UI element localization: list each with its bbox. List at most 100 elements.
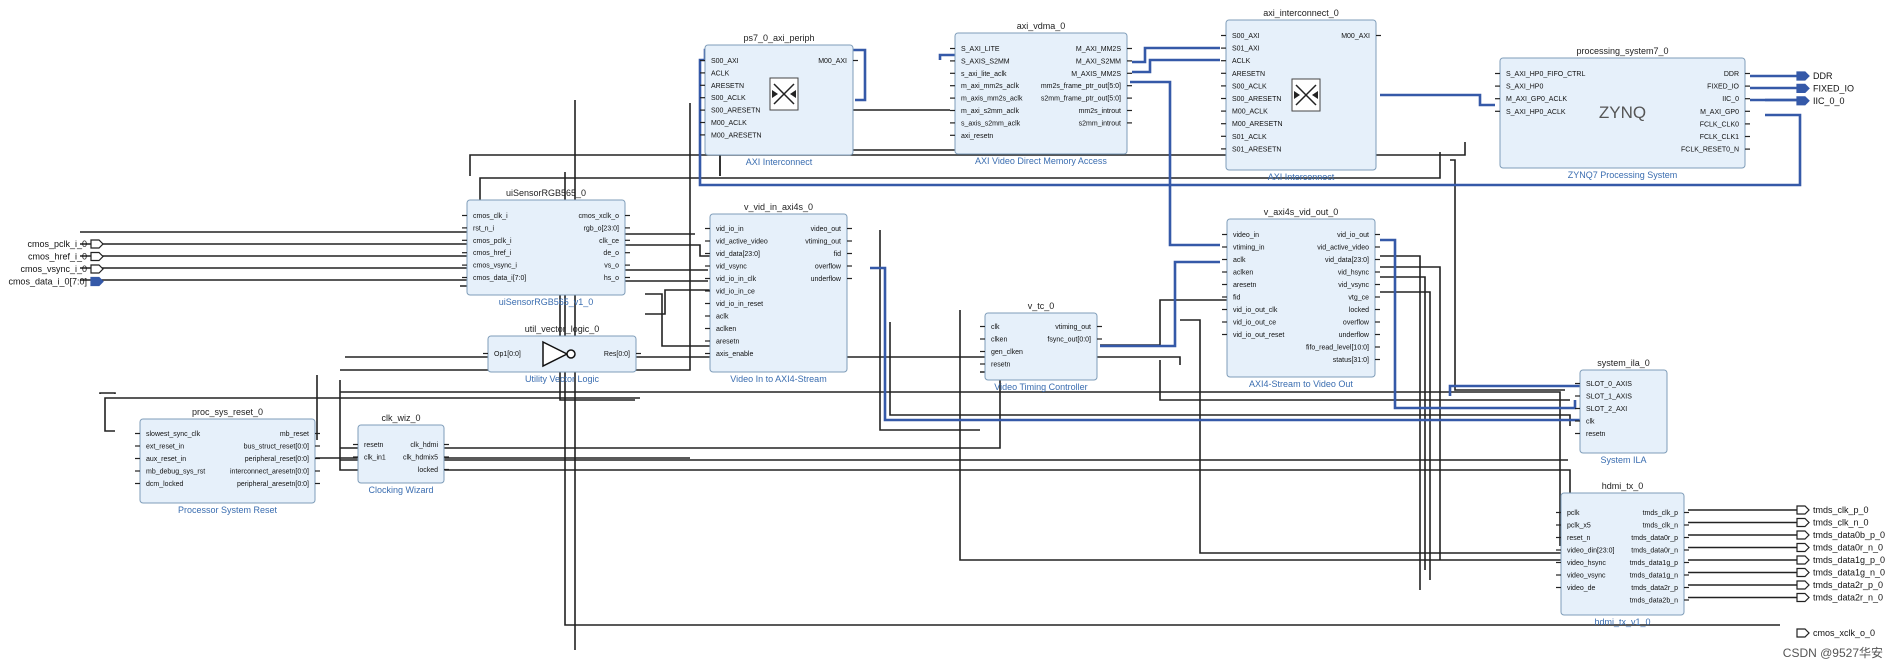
external-port[interactable]: tmds_data1g_p_0 <box>1796 555 1885 565</box>
pin-right-vtiming_out: vtiming_out <box>805 239 841 246</box>
external-port[interactable]: tmds_data2r_n_0 <box>1796 593 1883 603</box>
pin-left-pclk: pclk <box>1567 510 1580 517</box>
external-port[interactable]: tmds_data1g_n_0 <box>1796 568 1885 578</box>
pin-right-tmds_data1g_n: tmds_data1g_n <box>1630 573 1678 580</box>
pin-right-tmds_data2b_n: tmds_data2b_n <box>1630 598 1678 605</box>
pin-right-clk_hdmix5: clk_hdmix5 <box>403 455 438 462</box>
pin-left-vid_io_out_clk: vid_io_out_clk <box>1233 307 1278 314</box>
block-subtitle: Video Timing Controller <box>994 382 1087 392</box>
block-processing_system7_0[interactable]: processing_system7_0 ZYNQ7 Processing Sys… <box>1495 46 1750 180</box>
block-proc_sys_reset_0[interactable]: proc_sys_reset_0 Processor System Reset sl… <box>135 407 320 515</box>
port-arrow-icon <box>1796 542 1810 553</box>
pin-right-tmds_clk_p: tmds_clk_p <box>1643 510 1679 517</box>
pin-left-video_din_23_0_: video_din[23:0] <box>1567 548 1615 555</box>
pin-left-video_vsync: video_vsync <box>1567 573 1606 580</box>
pin-right-s2mm_introut: s2mm_introut <box>1079 120 1121 127</box>
block-util_vector_logic_0[interactable]: util_vector_logic_0 Utility Vector Logic O… <box>483 324 641 384</box>
port-arrow-icon <box>1796 83 1810 93</box>
block-title: uiSensorRGB565_0 <box>506 188 586 198</box>
external-port[interactable]: FIXED_IO <box>1796 83 1854 93</box>
pin-left-SLOT_1_AXIS: SLOT_1_AXIS <box>1586 394 1632 401</box>
block-uiSensorRGB565_0[interactable]: uiSensorRGB565_0 uiSensorRGB565_v1_0 cmos_… <box>462 188 630 307</box>
pin-right-FCLK_CLK1: FCLK_CLK1 <box>1700 134 1739 141</box>
port-arrow-icon <box>90 276 104 287</box>
external-port[interactable]: tmds_data0b_p_0 <box>1796 530 1885 540</box>
pin-right-FCLK_RESET0_N: FCLK_RESET0_N <box>1681 147 1739 154</box>
port-arrow-icon <box>1796 628 1810 638</box>
port-arrow-icon <box>1796 96 1810 106</box>
external-port[interactable]: tmds_clk_n_0 <box>1796 518 1869 528</box>
pin-right-mm2s_introut: mm2s_introut <box>1079 108 1121 115</box>
external-port[interactable]: tmds_data0r_n_0 <box>1796 542 1883 553</box>
block-v_tc_0[interactable]: v_tc_0 Video Timing Controller clk clken gen… <box>980 301 1102 392</box>
pin-left-Op1_0_0_: Op1[0:0] <box>494 351 521 358</box>
pin-left-vid_io_in_clk: vid_io_in_clk <box>716 276 757 283</box>
pin-left-ACLK: ACLK <box>1232 58 1251 65</box>
pin-left-vid_io_in_ce: vid_io_in_ce <box>716 289 755 296</box>
block-title: v_vid_in_axi4s_0 <box>744 202 813 212</box>
block-subtitle: AXI4-Stream to Video Out <box>1249 379 1353 389</box>
pin-left-s_axis_s2mm_aclk: s_axis_s2mm_aclk <box>961 120 1021 127</box>
port-arrow-icon <box>90 239 104 249</box>
external-port-label: cmos_data_i_0[7:0] <box>8 277 87 287</box>
block-axi_vdma_0[interactable]: axi_vdma_0 AXI Video Direct Memory Access… <box>950 21 1132 166</box>
pin-left-ARESETN: ARESETN <box>711 83 744 90</box>
pin-left-aclk: aclk <box>716 314 729 321</box>
pin-right-mm2s_frame_ptr_out_5_0_: mm2s_frame_ptr_out[5:0] <box>1041 83 1121 90</box>
pin-left-m_axi_mm2s_aclk: m_axi_mm2s_aclk <box>961 83 1019 90</box>
pin-right-vid_io_out: vid_io_out <box>1337 232 1369 239</box>
block-title: clk_wiz_0 <box>381 413 420 423</box>
external-port[interactable]: tmds_clk_p_0 <box>1796 505 1869 515</box>
block-title: hdmi_tx_0 <box>1602 481 1644 491</box>
pin-left-SLOT_2_AXI: SLOT_2_AXI <box>1586 406 1627 413</box>
external-port[interactable]: DDR <box>1796 71 1833 81</box>
external-port[interactable]: cmos_pclk_i_0 <box>27 239 104 249</box>
pin-right-FIXED_IO: FIXED_IO <box>1707 84 1739 91</box>
external-port-label: DDR <box>1813 71 1833 81</box>
block-v_axi4s_vid_out_0[interactable]: v_axi4s_vid_out_0 AXI4-Stream to Video Ou… <box>1222 207 1380 389</box>
pin-left-S01_AXI: S01_AXI <box>1232 46 1260 53</box>
external-port-label: cmos_pclk_i_0 <box>27 239 87 249</box>
block-design-canvas: ps7_0_axi_periph AXI Interconnect S00_AXI A… <box>8 8 1885 650</box>
pin-left-aux_reset_in: aux_reset_in <box>146 456 186 463</box>
block-layer: ps7_0_axi_periph AXI Interconnect S00_AXI A… <box>135 8 1750 627</box>
external-port[interactable]: cmos_href_i_0 <box>28 252 104 262</box>
pin-left-pclk_x5: pclk_x5 <box>1567 523 1591 530</box>
pin-left-clk: clk <box>991 324 1000 331</box>
pin-left-vid_io_out_reset: vid_io_out_reset <box>1233 332 1284 339</box>
block-ps7_0_axi_periph[interactable]: ps7_0_axi_periph AXI Interconnect S00_AXI A… <box>700 33 858 167</box>
pin-left-cmos_pclk_i: cmos_pclk_i <box>473 238 512 245</box>
pin-right-fsync_out_0_0_: fsync_out[0:0] <box>1047 337 1091 344</box>
pin-left-S00_ARESETN: S00_ARESETN <box>711 108 760 115</box>
pin-left-s_axi_lite_aclk: s_axi_lite_aclk <box>961 71 1007 78</box>
pin-left-vid_io_out_ce: vid_io_out_ce <box>1233 320 1276 327</box>
wire-layer <box>80 100 1780 650</box>
external-port-label: tmds_clk_n_0 <box>1813 518 1869 528</box>
block-hdmi_tx_0[interactable]: hdmi_tx_0 hdmi_tx_v1_0 pclk pclk_x5 reset_nv… <box>1556 481 1689 627</box>
external-port[interactable]: cmos_vsync_i_0 <box>20 264 104 274</box>
external-port[interactable]: IIC_0_0 <box>1796 96 1845 106</box>
pin-left-cmos_href_i: cmos_href_i <box>473 250 512 257</box>
external-port[interactable]: cmos_xclk_o_0 <box>1796 628 1875 638</box>
block-subtitle: AXI Video Direct Memory Access <box>975 156 1107 166</box>
external-port[interactable]: tmds_data2r_p_0 <box>1796 580 1883 590</box>
port-arrow-icon <box>1796 580 1810 590</box>
pin-right-M00_AXI: M00_AXI <box>1341 33 1370 40</box>
pin-left-mb_debug_sys_rst: mb_debug_sys_rst <box>146 469 205 476</box>
pin-right-vid_hsync: vid_hsync <box>1338 270 1370 277</box>
pin-left-rst_n_i: rst_n_i <box>473 225 494 232</box>
pin-left-S_AXI_HP0: S_AXI_HP0 <box>1506 84 1543 91</box>
pin-left-dcm_locked: dcm_locked <box>146 481 183 488</box>
block-v_vid_in_axi4s_0[interactable]: v_vid_in_axi4s_0 Video In to AXI4-Stream v… <box>705 202 852 384</box>
block-system_ila_0[interactable]: system_ila_0 System ILA SLOT_0_AXIS SLOT_1_… <box>1575 358 1668 465</box>
block-axi_interconnect_0[interactable]: axi_interconnect_0 AXI Interconnect S00_AX… <box>1221 8 1381 182</box>
external-port[interactable]: cmos_data_i_0[7:0] <box>8 276 104 287</box>
block-clk_wiz_0[interactable]: clk_wiz_0 Clocking Wizard resetn clk_in1 clk… <box>353 413 449 495</box>
crossbar-icon <box>1291 78 1321 112</box>
pin-right-M_AXI_MM2S: M_AXI_MM2S <box>1076 46 1121 53</box>
pin-right-status_31_0_: status[31:0] <box>1333 357 1369 364</box>
pin-left-m_axi_s2mm_aclk: m_axi_s2mm_aclk <box>961 108 1019 115</box>
block-subtitle: hdmi_tx_v1_0 <box>1594 617 1650 627</box>
pin-left-S00_ACLK: S00_ACLK <box>1232 83 1267 90</box>
pin-right-tmds_data1g_p: tmds_data1g_p <box>1630 560 1678 567</box>
